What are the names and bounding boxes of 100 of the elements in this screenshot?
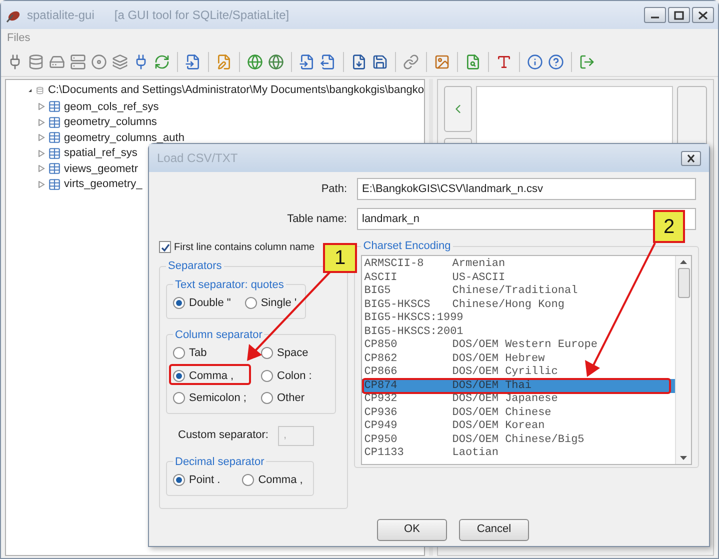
checkbox-label: First line contains column name (174, 240, 315, 254)
radio-button[interactable] (173, 392, 185, 404)
callout-number: 2 (653, 210, 685, 243)
list-item[interactable]: ASCII US-ASCII (362, 271, 675, 284)
radio-button[interactable] (173, 370, 185, 382)
info-icon[interactable] (527, 54, 543, 70)
refresh-icon[interactable] (154, 54, 170, 70)
image-icon[interactable] (434, 54, 450, 70)
radio-label: Colon : (277, 368, 312, 384)
table-icon (48, 131, 61, 144)
maximize-icon (674, 10, 684, 20)
radio-label: Semicolon ; (189, 391, 246, 406)
list-item[interactable]: ARMSCII-8 Armenian (362, 258, 675, 271)
radio-label: Tab (189, 346, 207, 361)
radio-label: Double " (189, 296, 231, 311)
radio-label: Comma , (189, 368, 234, 384)
list-item[interactable]: BIG5 Chinese/Traditional (362, 284, 675, 298)
close-button[interactable] (681, 150, 701, 166)
tree-item[interactable]: geom_cols_ref_sys (64, 98, 159, 115)
list-item[interactable]: CP950 DOS/OEM Chinese/Big5 (362, 433, 675, 446)
list-item[interactable]: CP936 DOS/OEM Chinese (362, 406, 675, 420)
file-download-icon[interactable] (351, 54, 367, 70)
list-item[interactable]: BIG5-HKSCS Chinese/Hong Kong (362, 298, 675, 312)
radio-button[interactable] (261, 392, 273, 404)
group-title: Decimal separator (174, 454, 266, 470)
close-icon (686, 154, 696, 162)
globe-icon[interactable] (268, 54, 284, 70)
help-icon[interactable] (548, 54, 564, 70)
group-title: Charset Encoding (362, 239, 452, 254)
tree-item[interactable]: geometry_columns (64, 114, 157, 130)
group-title: Separators (167, 259, 223, 274)
drive-icon[interactable] (49, 54, 65, 70)
radio-button[interactable] (244, 297, 257, 310)
table-icon (48, 116, 61, 129)
close-icon (698, 10, 708, 20)
list-item[interactable]: BIG5-HKSCS:1999 (362, 312, 675, 325)
list-item[interactable]: CP932 DOS/OEM Japanese (362, 392, 675, 406)
radio-button[interactable] (261, 370, 273, 382)
text-field[interactable]: E:\BangkokGIS\CSV\landmark_n.csv (357, 178, 696, 200)
file-export-icon[interactable] (320, 54, 336, 70)
checkbox[interactable] (159, 241, 171, 253)
radio-label: Comma , (258, 473, 303, 488)
list-item[interactable]: CP949 DOS/OEM Korean (362, 420, 675, 433)
list-item[interactable]: CP866 DOS/OEM Cyrillic (362, 366, 675, 379)
table-icon (48, 162, 61, 176)
radio-label: Space (277, 346, 308, 361)
scrollbar[interactable] (675, 256, 691, 464)
link-icon[interactable] (403, 54, 419, 70)
file-import-icon[interactable] (299, 54, 315, 70)
list-item[interactable]: CP1133 Laotian (362, 446, 675, 460)
tree-item[interactable]: virts_geometry_ (64, 176, 142, 192)
server-icon[interactable] (70, 54, 86, 70)
tree-item[interactable]: spatial_ref_sys (64, 145, 138, 162)
back-button[interactable] (444, 86, 472, 132)
exit-icon[interactable] (579, 54, 595, 70)
maximize-button[interactable] (668, 7, 690, 23)
file-edit-icon[interactable] (216, 54, 232, 70)
tree-item[interactable]: C:\Documents and Settings\Administrator\My Documents\bangkokgis\bangko (48, 82, 424, 99)
dialog-title: Load CSV/TXT (157, 150, 238, 167)
file-search-icon[interactable] (465, 54, 481, 70)
list-item[interactable]: BIG5-HKSCS:2001 (362, 325, 675, 338)
text-icon[interactable] (496, 54, 512, 70)
file-import-icon[interactable] (185, 54, 201, 70)
scroll-up-icon[interactable] (680, 260, 687, 264)
tree-item[interactable]: geometry_columns_auth (64, 130, 184, 146)
scroll-thumb[interactable] (678, 268, 690, 298)
table-icon (48, 178, 61, 191)
list-item[interactable]: CP850 DOS/OEM Western Europe (362, 338, 675, 352)
radio-label: Single ' (260, 296, 297, 311)
database-icon[interactable] (28, 54, 44, 70)
dialog-button[interactable]: Cancel (459, 518, 529, 540)
radio-button[interactable] (173, 474, 185, 486)
layers-icon[interactable] (112, 54, 128, 70)
field-label: Path: (320, 182, 347, 197)
radio-button[interactable] (173, 297, 185, 310)
database-icon (36, 84, 44, 97)
radio-label: Other (277, 391, 305, 406)
disc-icon[interactable] (91, 54, 107, 70)
expand-arrow-icon[interactable] (28, 87, 32, 94)
save-icon[interactable] (372, 54, 388, 70)
close-button[interactable] (692, 7, 714, 23)
table-icon (48, 146, 61, 160)
scroll-down-icon[interactable] (680, 456, 687, 460)
callout-number: 1 (323, 243, 357, 273)
table-icon (48, 100, 61, 114)
globe-icon[interactable] (247, 54, 263, 70)
group-title: Text separator: quotes (174, 278, 285, 292)
radio-button[interactable] (173, 347, 185, 360)
group-title: Column separator (174, 328, 264, 342)
radio-button[interactable] (261, 347, 273, 360)
dialog-button[interactable]: OK (377, 518, 447, 540)
minimize-button[interactable] (644, 7, 666, 23)
list-item[interactable]: CP862 DOS/OEM Hebrew (362, 352, 675, 366)
minimize-icon (651, 16, 659, 19)
field-label: Table name: (286, 212, 347, 227)
radio-label: Point . (189, 473, 220, 488)
window-subtitle: [a GUI tool for SQLite/SpatiaLite] (114, 7, 290, 24)
radio-button[interactable] (242, 474, 254, 486)
tree-item[interactable]: views_geometr (64, 160, 138, 177)
field-label: Custom separator: (178, 428, 268, 444)
